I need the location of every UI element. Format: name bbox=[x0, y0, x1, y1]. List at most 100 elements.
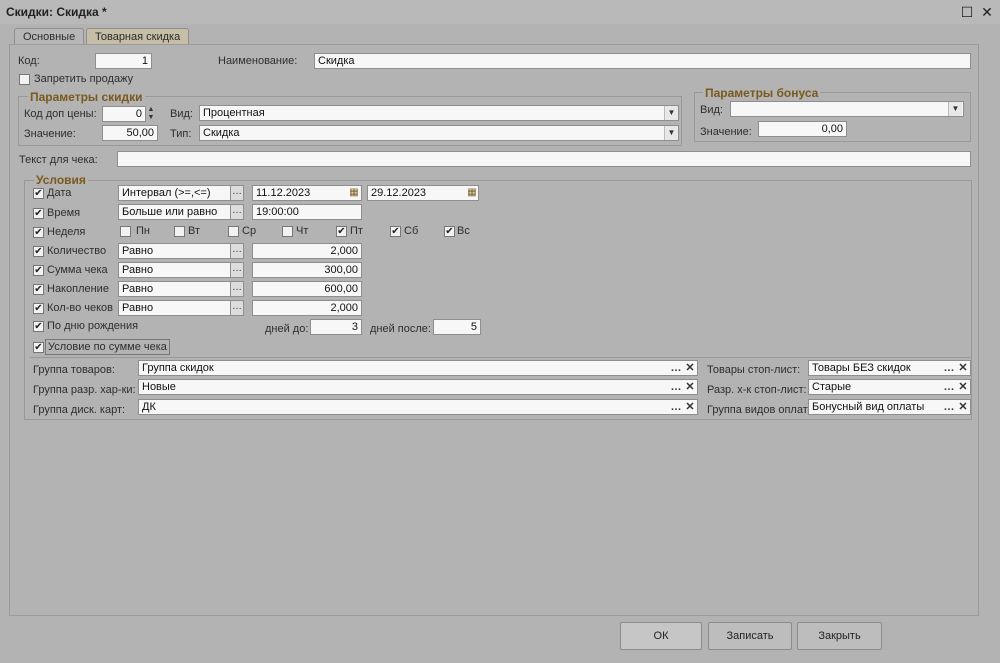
day-sat-label: Сб bbox=[404, 225, 419, 237]
day-sat-checkbox[interactable]: ✔ bbox=[390, 226, 401, 237]
quantity-checkbox[interactable]: ✔ bbox=[33, 246, 44, 257]
clear-icon[interactable]: ✕ bbox=[684, 400, 696, 414]
save-button[interactable]: Записать bbox=[708, 622, 792, 650]
ellipsis-icon[interactable]: … bbox=[230, 243, 244, 259]
day-tue-checkbox[interactable] bbox=[174, 226, 185, 237]
time-value-input[interactable]: 19:00:00 bbox=[252, 204, 362, 220]
divider bbox=[30, 357, 700, 358]
clear-icon[interactable]: ✕ bbox=[684, 361, 696, 375]
divider bbox=[700, 357, 970, 358]
accumulation-value-input[interactable]: 600,00 bbox=[252, 281, 362, 297]
forbid-sale-checkbox[interactable] bbox=[19, 74, 30, 85]
close-button[interactable]: Закрыть bbox=[797, 622, 882, 650]
days-after-input[interactable]: 5 bbox=[433, 319, 481, 335]
ellipsis-icon[interactable]: … bbox=[943, 380, 955, 394]
birthday-checkbox[interactable]: ✔ bbox=[33, 321, 44, 332]
chevron-down-icon[interactable]: ▼ bbox=[948, 102, 962, 116]
ellipsis-icon[interactable]: … bbox=[670, 400, 682, 414]
calendar-icon[interactable]: ▦ bbox=[465, 186, 479, 200]
receipt-text-label: Текст для чека: bbox=[19, 154, 98, 166]
receipt-count-checkbox[interactable]: ✔ bbox=[33, 303, 44, 314]
receipt-sum-mode-input[interactable]: Равно bbox=[118, 262, 232, 278]
window-title: Скидки: Скидка * bbox=[6, 5, 107, 19]
receipt-text-input[interactable] bbox=[117, 151, 971, 167]
ellipsis-icon[interactable]: … bbox=[230, 300, 244, 316]
chevron-down-icon[interactable]: ▼ bbox=[664, 126, 678, 140]
day-thu-label: Чт bbox=[296, 225, 309, 237]
code-price-input[interactable]: 0 bbox=[102, 106, 146, 122]
bonus-value-input[interactable]: 0,00 bbox=[758, 121, 847, 137]
receipt-count-mode-input[interactable]: Равно bbox=[118, 300, 232, 316]
kind-label: Вид: bbox=[170, 108, 193, 120]
type-select[interactable]: Скидка bbox=[199, 125, 679, 141]
clear-icon[interactable]: ✕ bbox=[957, 361, 969, 375]
code-input[interactable]: 1 bbox=[95, 53, 152, 69]
day-wed-label: Ср bbox=[242, 225, 257, 237]
sum-condition-checkbox[interactable]: ✔ bbox=[33, 342, 44, 353]
accumulation-mode-input[interactable]: Равно bbox=[118, 281, 232, 297]
ellipsis-icon[interactable]: … bbox=[230, 185, 244, 201]
days-before-input[interactable]: 3 bbox=[310, 319, 362, 335]
code-label: Код: bbox=[18, 55, 40, 67]
day-wed-checkbox[interactable] bbox=[228, 226, 239, 237]
value-input[interactable]: 50,00 bbox=[102, 125, 158, 141]
bonus-value-label: Значение: bbox=[700, 126, 752, 138]
goods-group-input[interactable]: Группа скидок bbox=[138, 360, 698, 376]
quantity-mode-input[interactable]: Равно bbox=[118, 243, 232, 259]
clear-icon[interactable]: ✕ bbox=[957, 380, 969, 394]
ok-button[interactable]: ОК bbox=[620, 622, 702, 650]
name-input[interactable]: Скидка bbox=[314, 53, 971, 69]
day-sun-checkbox[interactable]: ✔ bbox=[444, 226, 455, 237]
type-label: Тип: bbox=[170, 128, 192, 140]
bonus-kind-select[interactable] bbox=[730, 101, 964, 117]
date-mode-input[interactable]: Интервал (>=,<=) bbox=[118, 185, 232, 201]
bonus-params-title: Параметры бонуса bbox=[703, 86, 821, 100]
time-mode-input[interactable]: Больше или равно bbox=[118, 204, 232, 220]
calendar-icon[interactable]: ▦ bbox=[347, 186, 361, 200]
chevron-down-icon[interactable]: ▼ bbox=[664, 106, 678, 120]
ellipsis-icon[interactable]: … bbox=[943, 400, 955, 414]
cards-group-input[interactable]: ДК bbox=[138, 399, 698, 415]
day-sun-label: Вс bbox=[457, 225, 470, 237]
day-tue-label: Вт bbox=[188, 225, 201, 237]
day-fri-label: Пт bbox=[350, 225, 363, 237]
accumulation-label: Накопление bbox=[47, 283, 109, 295]
chars-group-input[interactable]: Новые bbox=[138, 379, 698, 395]
accumulation-checkbox[interactable]: ✔ bbox=[33, 284, 44, 295]
receipt-count-value-input[interactable]: 2,000 bbox=[252, 300, 362, 316]
date-to-input[interactable]: 29.12.2023 bbox=[367, 185, 479, 201]
time-label: Время bbox=[47, 207, 81, 219]
close-icon[interactable]: ✕ bbox=[978, 3, 996, 21]
day-fri-checkbox[interactable]: ✔ bbox=[336, 226, 347, 237]
receipt-sum-checkbox[interactable]: ✔ bbox=[33, 265, 44, 276]
kind-select[interactable]: Процентная bbox=[199, 105, 679, 121]
day-thu-checkbox[interactable] bbox=[282, 226, 293, 237]
date-from-input[interactable]: 11.12.2023 bbox=[252, 185, 362, 201]
stop-chars-label: Разр. х-к стоп-лист: bbox=[707, 384, 807, 396]
time-checkbox[interactable]: ✔ bbox=[33, 208, 44, 219]
clear-icon[interactable]: ✕ bbox=[957, 400, 969, 414]
goods-group-label: Группа товаров: bbox=[33, 364, 115, 376]
ellipsis-icon[interactable]: … bbox=[230, 204, 244, 220]
ellipsis-icon[interactable]: … bbox=[670, 361, 682, 375]
ellipsis-icon[interactable]: … bbox=[230, 281, 244, 297]
clear-icon[interactable]: ✕ bbox=[684, 380, 696, 394]
receipt-sum-value-input[interactable]: 300,00 bbox=[252, 262, 362, 278]
maximize-icon[interactable]: ☐ bbox=[958, 3, 976, 21]
ellipsis-icon[interactable]: … bbox=[230, 262, 244, 278]
ellipsis-icon[interactable]: … bbox=[943, 361, 955, 375]
date-checkbox[interactable]: ✔ bbox=[33, 188, 44, 199]
bonus-kind-label: Вид: bbox=[700, 104, 723, 116]
days-before-label: дней до: bbox=[265, 323, 309, 335]
sum-condition-label: Условие по сумме чека bbox=[45, 339, 170, 355]
conditions-title: Условия bbox=[34, 173, 88, 187]
stop-goods-label: Товары стоп-лист: bbox=[707, 364, 801, 376]
day-mon-checkbox[interactable] bbox=[120, 226, 131, 237]
discount-params-title: Параметры скидки bbox=[28, 90, 145, 104]
title-bar bbox=[0, 0, 1000, 24]
receipt-count-label: Кол-во чеков bbox=[47, 302, 114, 314]
spinner-icon[interactable]: ▲ ▼ bbox=[146, 106, 156, 122]
week-checkbox[interactable]: ✔ bbox=[33, 227, 44, 238]
quantity-value-input[interactable]: 2,000 bbox=[252, 243, 362, 259]
ellipsis-icon[interactable]: … bbox=[670, 380, 682, 394]
